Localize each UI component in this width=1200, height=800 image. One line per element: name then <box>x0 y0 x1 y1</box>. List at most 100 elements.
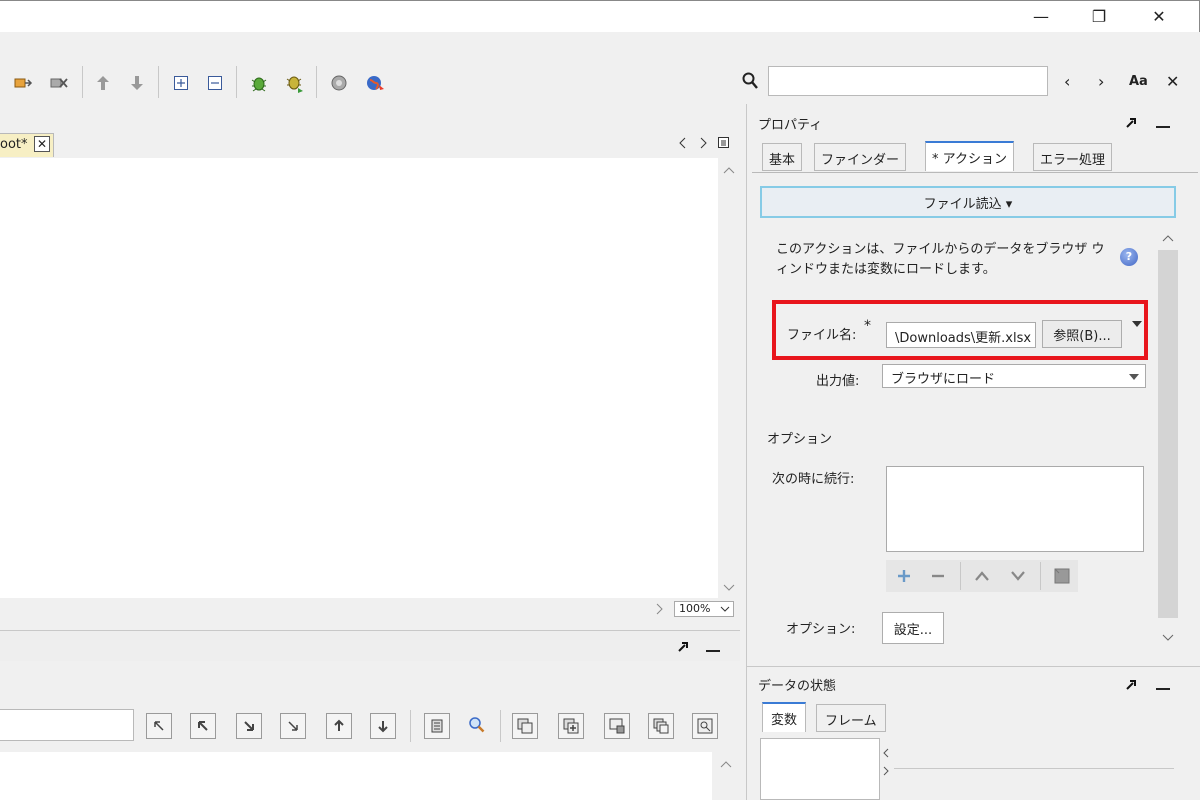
move-down-icon[interactable] <box>126 72 148 94</box>
search-prev-button[interactable]: ‹ <box>1064 72 1070 91</box>
expand-all-icon[interactable] <box>170 72 192 94</box>
move-down-icon[interactable] <box>1008 566 1028 586</box>
restore-window-button[interactable]: ❐ <box>1076 0 1122 32</box>
close-icon: ✕ <box>36 137 48 151</box>
arrow-up-icon <box>334 719 344 731</box>
window-stack-button[interactable] <box>648 713 674 739</box>
debug-icon[interactable] <box>248 72 270 94</box>
move-top-left-button[interactable] <box>146 713 172 739</box>
chevron-right-icon[interactable] <box>882 766 890 776</box>
search-input[interactable] <box>768 66 1048 96</box>
tab-scroll-right-icon[interactable] <box>700 137 708 149</box>
toolbar-separator <box>316 66 317 98</box>
minimize-panel-button[interactable] <box>1156 126 1170 128</box>
window-button-3[interactable] <box>604 713 630 739</box>
document-tab-close-button[interactable]: ✕ <box>34 136 50 152</box>
tab-frames[interactable]: フレーム <box>816 704 886 732</box>
tab-basic[interactable]: 基本 <box>762 143 803 171</box>
chevron-down-icon <box>720 606 730 612</box>
tab-action[interactable]: * アクション <box>925 141 1014 171</box>
add-window-button[interactable] <box>558 713 584 739</box>
action-description: このアクションは、ファイルからのデータをブラウザ ウィンドウまたは変数にロードし… <box>776 242 1105 277</box>
close-icon: ✕ <box>1166 72 1180 91</box>
file-name-label: ファイル名: <box>787 328 857 343</box>
chevron-down-icon <box>1129 374 1139 380</box>
move-down-right-button[interactable] <box>236 713 262 739</box>
chevron-left-icon[interactable] <box>882 748 890 758</box>
toolbar-separator <box>158 66 159 98</box>
move-up-button[interactable] <box>326 713 352 739</box>
help-icon[interactable]: ? <box>1120 248 1138 266</box>
zoom-select[interactable]: 100% <box>674 601 734 617</box>
continue-on-list[interactable] <box>886 466 1144 552</box>
search-icon <box>742 72 758 90</box>
move-up-icon[interactable] <box>92 72 114 94</box>
window-stack-icon <box>653 718 669 734</box>
tab-label: * アクション <box>932 152 1007 167</box>
move-up-icon[interactable] <box>972 566 992 586</box>
chevron-down-icon <box>1162 634 1174 641</box>
document-icon <box>431 719 443 733</box>
document-button[interactable] <box>424 713 450 739</box>
chevron-down-icon[interactable] <box>1132 320 1142 328</box>
minimize-panel-button[interactable] <box>706 650 720 652</box>
chevron-up-icon <box>1162 235 1174 242</box>
disable-step-icon[interactable] <box>48 72 70 94</box>
editor-canvas[interactable] <box>0 158 718 598</box>
record-icon[interactable] <box>328 72 350 94</box>
arrow-down-icon <box>378 721 388 733</box>
zoom-search-icon[interactable] <box>468 716 486 734</box>
document-tab-label: oot* <box>0 137 28 152</box>
move-down-button[interactable] <box>370 713 396 739</box>
remove-icon[interactable] <box>928 566 948 586</box>
properties-scrollbar-thumb[interactable] <box>1158 250 1178 618</box>
window-button-1[interactable] <box>512 713 538 739</box>
editor-vertical-scrollbar[interactable] <box>718 158 740 598</box>
browse-button[interactable]: 参照(B)... <box>1042 320 1122 348</box>
pin-icon[interactable] <box>676 640 692 656</box>
horizontal-scroll-right-icon[interactable] <box>656 603 664 615</box>
bottom-panel-list[interactable] <box>0 752 712 800</box>
pin-icon[interactable] <box>1124 678 1140 694</box>
action-type-dropdown[interactable]: ファイル読込 ▾ <box>760 186 1176 218</box>
splitter-line <box>894 768 1174 769</box>
options-section-heading: オプション <box>767 432 833 447</box>
variables-list[interactable] <box>760 738 880 800</box>
search-next-button[interactable]: › <box>1098 72 1104 91</box>
bottom-panel-scrollbar[interactable] <box>712 752 740 800</box>
add-icon[interactable] <box>894 566 914 586</box>
minimize-window-button[interactable]: — <box>1018 0 1064 32</box>
tab-error-handling[interactable]: エラー処理 <box>1033 143 1113 171</box>
options-label: オプション: <box>786 622 856 637</box>
search-close-button[interactable]: ✕ <box>1166 72 1179 91</box>
tab-scroll-left-icon[interactable] <box>678 137 686 149</box>
toolbar-separator <box>410 710 411 742</box>
file-name-field[interactable]: \Downloads\更新.xlsx <box>886 322 1036 348</box>
close-window-button[interactable]: ✕ <box>1136 0 1182 32</box>
minimize-panel-button[interactable] <box>1156 688 1170 690</box>
collapse-all-icon[interactable] <box>204 72 226 94</box>
clear-icon[interactable] <box>1052 566 1072 586</box>
match-case-button[interactable]: Aa <box>1129 74 1148 89</box>
window-zoom-button[interactable] <box>692 713 718 739</box>
pin-icon[interactable] <box>1124 116 1140 132</box>
step-into-icon[interactable] <box>12 72 34 94</box>
tab-label: フレーム <box>825 714 877 729</box>
tab-label: 変数 <box>771 713 798 728</box>
tab-list-icon[interactable] <box>718 137 729 148</box>
settings-button[interactable]: 設定... <box>882 612 944 644</box>
editor-tabstrip <box>0 104 740 158</box>
debug-step-icon[interactable] <box>284 72 306 94</box>
bottom-panel-input[interactable] <box>0 709 134 741</box>
output-select[interactable]: ブラウザにロード <box>882 364 1146 388</box>
move-bottom-right-button[interactable] <box>280 713 306 739</box>
toolbar-separator <box>236 66 237 98</box>
browser-icon[interactable] <box>364 72 386 94</box>
tab-finder[interactable]: ファインダー <box>814 143 907 171</box>
zoom-value: 100% <box>679 602 711 615</box>
move-up-left-button[interactable] <box>190 713 216 739</box>
action-type-label: ファイル読込 ▾ <box>923 196 1013 212</box>
tab-variables[interactable]: 変数 <box>762 702 807 732</box>
tab-label: エラー処理 <box>1040 153 1106 168</box>
output-value: ブラウザにロード <box>891 372 996 387</box>
